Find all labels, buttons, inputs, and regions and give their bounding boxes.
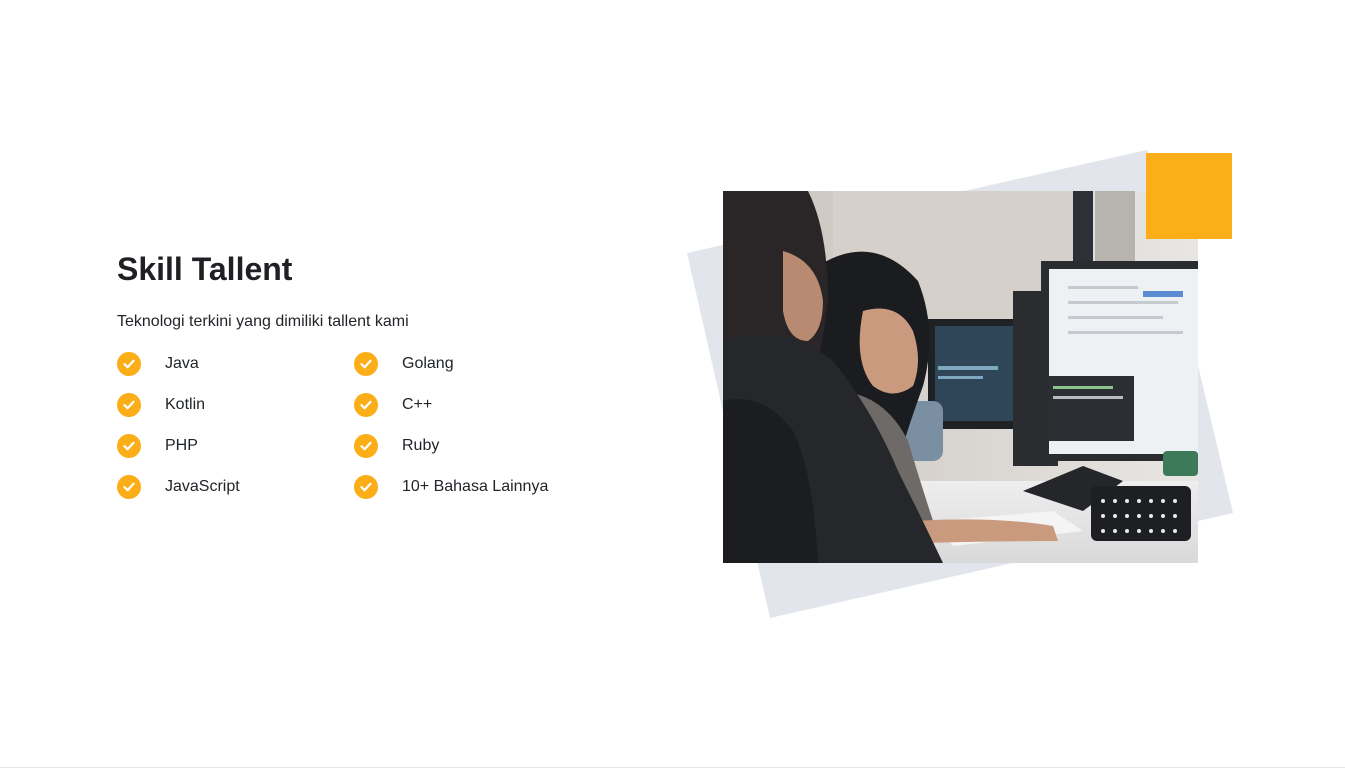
skill-label: Golang [402,355,454,372]
skill-item-javascript: JavaScript [117,474,240,500]
skill-label: Java [165,355,199,372]
skill-label: PHP [165,437,198,454]
team-photo [723,191,1198,563]
skill-label: 10+ Bahasa Lainnya [402,478,549,495]
check-circle-icon [354,434,378,458]
section-subtitle: Teknologi terkini yang dimiliki tallent … [117,313,409,330]
skill-content: Skill Tallent Teknologi terkini yang dim… [117,250,597,499]
skill-item-kotlin: Kotlin [117,392,205,418]
skill-item-golang: Golang [354,351,454,377]
check-circle-icon [354,475,378,499]
skill-section: Skill Tallent Teknologi terkini yang dim… [0,0,1345,768]
skill-item-other-languages: 10+ Bahasa Lainnya [354,474,548,500]
skill-list: Java Kotlin PHP JavaScript Golang C++ Ru… [117,351,597,531]
skill-label: Kotlin [165,396,206,413]
skill-label: JavaScript [165,478,240,495]
skill-item-java: Java [117,351,199,377]
check-circle-icon [354,352,378,376]
check-circle-icon [354,393,378,417]
check-circle-icon [117,475,141,499]
skill-item-cpp: C++ [354,392,432,418]
skill-label: Ruby [402,437,440,454]
check-circle-icon [117,393,141,417]
section-title: Skill Tallent [117,251,293,287]
check-circle-icon [117,352,141,376]
check-circle-icon [117,434,141,458]
accent-square [1146,153,1232,239]
skill-item-php: PHP [117,433,198,459]
skill-label: C++ [402,396,433,413]
skill-item-ruby: Ruby [354,433,439,459]
hero-visual [680,140,1260,640]
office-workers-image [723,191,1198,563]
